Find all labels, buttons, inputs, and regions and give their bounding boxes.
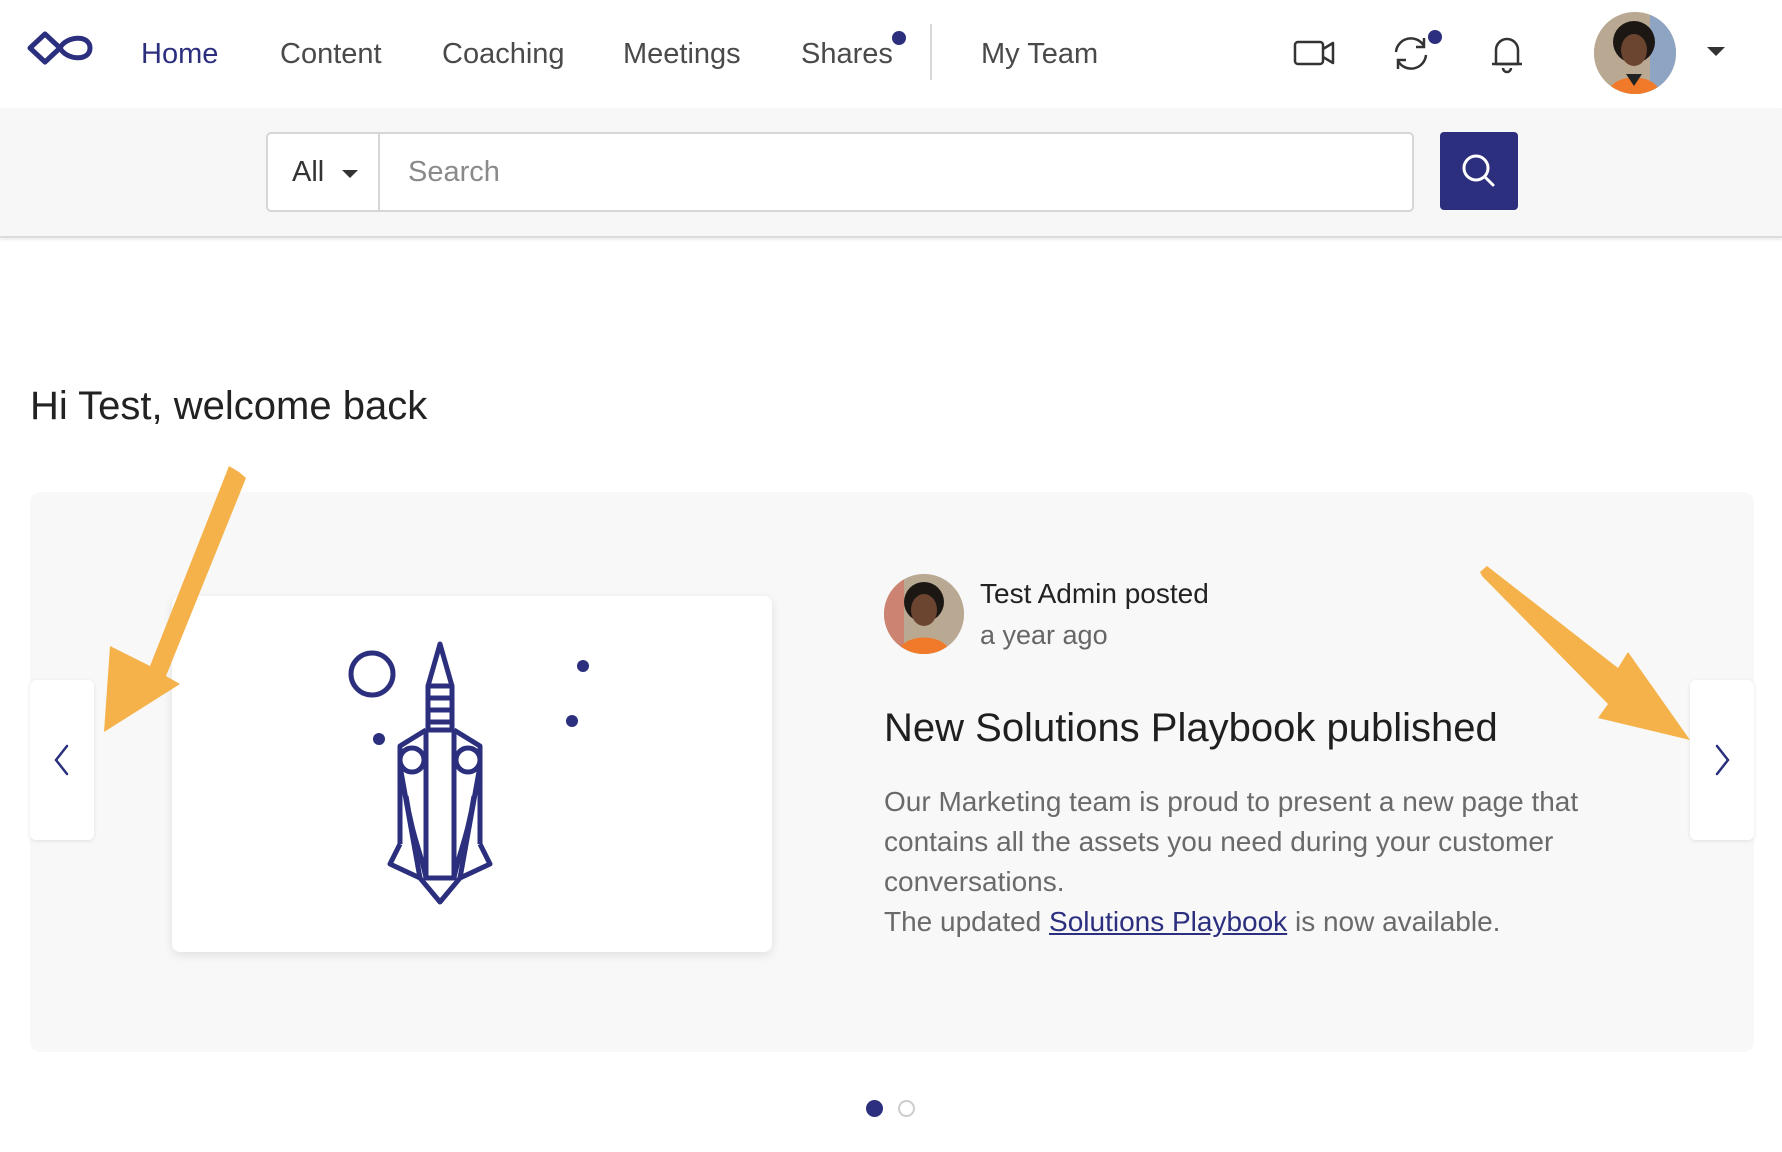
sync-notification-dot (1428, 30, 1442, 44)
user-avatar-photo (1594, 12, 1676, 94)
post-author-avatar[interactable] (884, 574, 964, 654)
brand-logo-icon[interactable] (26, 28, 96, 68)
chevron-left-icon (54, 744, 69, 776)
carousel-dot-2[interactable] (898, 1100, 915, 1117)
search-band: All (0, 108, 1782, 238)
search-scope-dropdown[interactable]: All (268, 134, 380, 210)
post-timestamp: a year ago (980, 620, 1108, 650)
post-body-prefix: The updated (884, 906, 1050, 937)
user-menu-caret-icon[interactable] (1707, 47, 1725, 56)
bell-icon[interactable] (1482, 28, 1532, 78)
carousel-next-button[interactable] (1690, 680, 1754, 840)
post-title: New Solutions Playbook published (884, 706, 1498, 750)
nav-home[interactable]: Home (141, 36, 218, 72)
search-icon (1462, 154, 1495, 187)
post-author-text: Test Admin posted (980, 578, 1209, 609)
welcome-heading: Hi Test, welcome back (30, 384, 428, 428)
top-navigation: Home Content Coaching Meetings Shares My… (0, 0, 1782, 108)
rocket-icon (348, 641, 589, 905)
nav-shares[interactable]: Shares (801, 36, 893, 72)
post-body: Our Marketing team is proud to present a… (884, 782, 1644, 942)
nav-content[interactable]: Content (280, 36, 382, 72)
nav-divider (930, 24, 932, 80)
search-scope-value: All (292, 156, 325, 188)
search-button[interactable] (1440, 132, 1518, 210)
search-input[interactable] (382, 134, 1412, 210)
announcement-carousel: Test Admin posted a year ago New Solutio… (30, 492, 1754, 1052)
post-image-card (172, 596, 772, 952)
video-camera-icon[interactable] (1289, 28, 1339, 78)
post-body-text: Our Marketing team is proud to present a… (884, 786, 1579, 897)
chevron-right-icon (1715, 744, 1730, 776)
nav-meetings[interactable]: Meetings (623, 36, 741, 72)
search-box: All (266, 132, 1414, 212)
shares-notification-dot (892, 31, 906, 45)
solutions-playbook-link[interactable]: Solutions Playbook (1049, 906, 1287, 937)
post-body-suffix: is now available. (1287, 906, 1501, 937)
carousel-prev-button[interactable] (30, 680, 94, 840)
user-avatar[interactable] (1594, 12, 1676, 94)
chevron-down-icon (342, 170, 358, 178)
carousel-dot-1[interactable] (866, 1100, 883, 1117)
nav-coaching[interactable]: Coaching (442, 36, 565, 72)
post-author-avatar-photo (884, 574, 964, 654)
nav-my-team[interactable]: My Team (981, 36, 1098, 72)
